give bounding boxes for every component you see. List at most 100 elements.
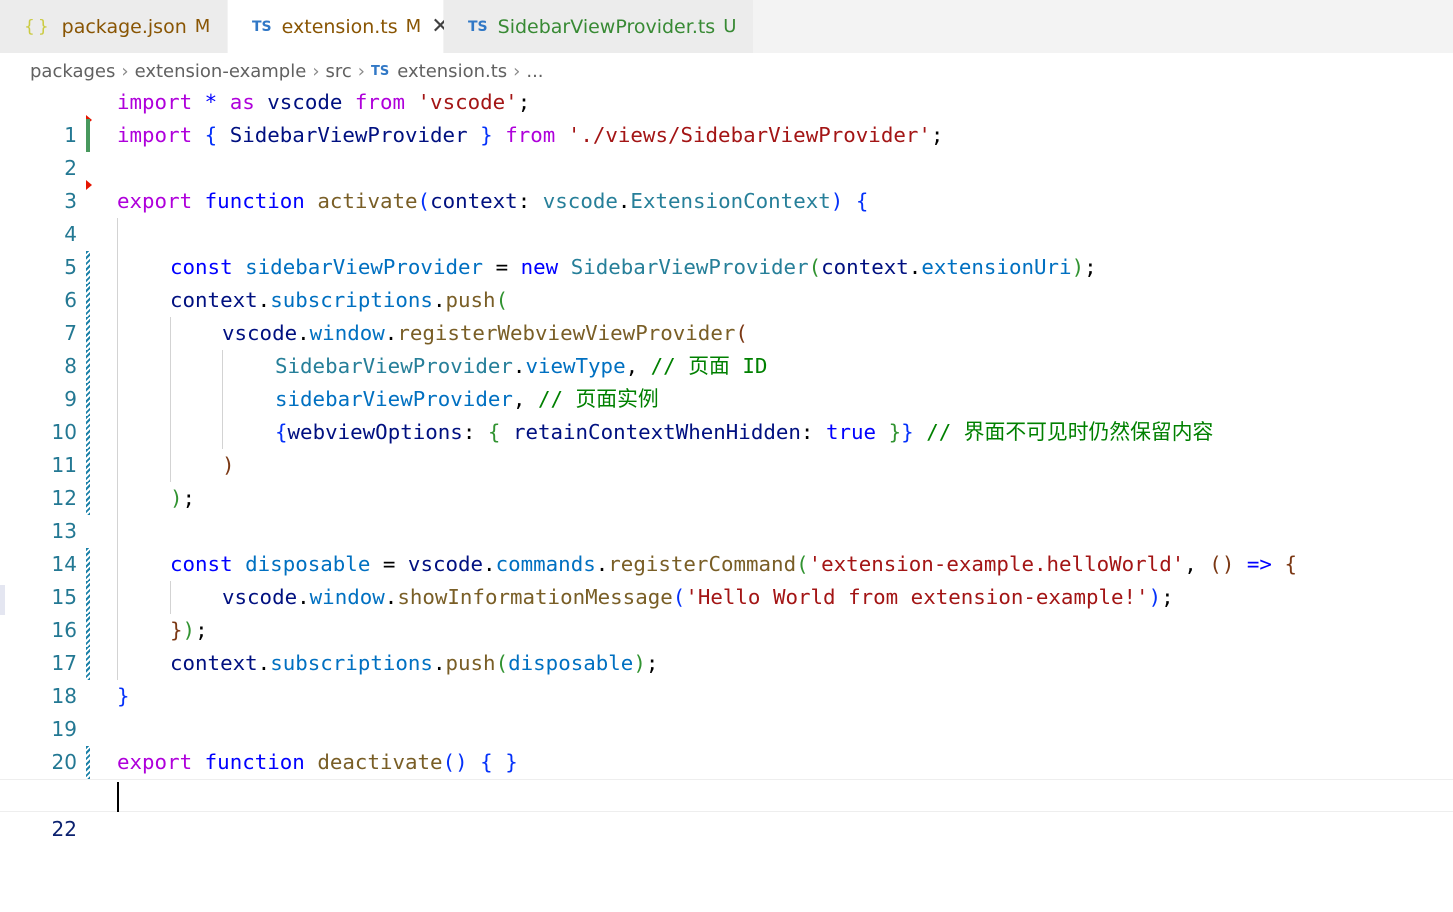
tab-label: package.json bbox=[61, 15, 187, 38]
indent-guide bbox=[117, 416, 118, 449]
indent-guide bbox=[117, 317, 118, 350]
code-text: SidebarViewProvider.viewType, // 页面 ID bbox=[275, 354, 768, 378]
code-line: 13 ); bbox=[0, 482, 1453, 543]
git-modified-marker[interactable] bbox=[86, 317, 90, 350]
code-text: }); bbox=[170, 618, 208, 642]
code-line: 2 import { SidebarViewProvider } from '.… bbox=[0, 115, 1453, 180]
text-cursor bbox=[117, 782, 119, 812]
git-added-marker[interactable] bbox=[86, 119, 90, 152]
code-line: 1 import * as vscode from 'vscode'; bbox=[0, 86, 1453, 147]
git-modified-marker[interactable] bbox=[86, 251, 90, 284]
code-line: 17 }); bbox=[0, 614, 1453, 675]
code-text: import * as vscode from 'vscode'; bbox=[117, 90, 531, 114]
typescript-file-icon: TS bbox=[371, 63, 390, 79]
typescript-file-icon: TS bbox=[252, 18, 272, 35]
git-modified-marker[interactable] bbox=[86, 416, 90, 449]
tab-label: extension.ts bbox=[281, 15, 398, 38]
git-modified-marker[interactable] bbox=[86, 548, 90, 581]
git-modified-marker[interactable] bbox=[86, 449, 90, 482]
code-text: const sidebarViewProvider = new SidebarV… bbox=[170, 255, 1097, 279]
chevron-right-icon: › bbox=[121, 60, 129, 82]
code-text: import { SidebarViewProvider } from './v… bbox=[117, 123, 944, 147]
breadcrumb-item-extension-example[interactable]: extension-example bbox=[135, 61, 307, 82]
code-line: 8 vscode.window.registerWebviewViewProvi… bbox=[0, 317, 1453, 378]
indent-guide bbox=[170, 581, 171, 614]
code-line: 7 context.subscriptions.push( bbox=[0, 284, 1453, 345]
code-text: } bbox=[117, 684, 130, 708]
git-modified-marker[interactable] bbox=[86, 647, 90, 680]
git-modified-marker[interactable] bbox=[86, 614, 90, 647]
code-line: 9 SidebarViewProvider.viewType, // 页面 ID bbox=[0, 350, 1453, 411]
code-line: 3 bbox=[0, 152, 1453, 213]
indent-guide bbox=[117, 350, 118, 383]
git-status-badge: M bbox=[405, 16, 422, 37]
indent-guide bbox=[117, 251, 118, 284]
code-line: 20 bbox=[0, 713, 1453, 774]
git-status-badge: M bbox=[194, 16, 211, 37]
code-line: 14 bbox=[0, 515, 1453, 576]
code-line-current: 22 bbox=[0, 779, 1453, 841]
indent-guide bbox=[117, 383, 118, 416]
breadcrumb-item-packages[interactable]: packages bbox=[30, 61, 115, 82]
git-modified-marker[interactable] bbox=[86, 383, 90, 416]
chevron-right-icon: › bbox=[357, 60, 365, 82]
code-text: vscode.window.showInformationMessage('He… bbox=[222, 585, 1174, 609]
indent-guide bbox=[170, 383, 171, 416]
chevron-right-icon: › bbox=[513, 60, 521, 82]
indent-guide bbox=[117, 218, 118, 251]
code-line: 6 const sidebarViewProvider = new Sideba… bbox=[0, 251, 1453, 312]
chevron-right-icon: › bbox=[312, 60, 320, 82]
editor-tab-bar: {} package.json M TS extension.ts M ✕ TS… bbox=[0, 0, 1453, 53]
tab-sidebarviewprovider-ts[interactable]: TS SidebarViewProvider.ts U bbox=[444, 0, 754, 53]
indent-guide bbox=[170, 416, 171, 449]
git-modified-marker[interactable] bbox=[86, 284, 90, 317]
code-line: 10 sidebarViewProvider, // 页面实例 bbox=[0, 383, 1453, 444]
indent-guide bbox=[170, 317, 171, 350]
indent-guide bbox=[170, 449, 171, 482]
indent-guide bbox=[117, 515, 118, 548]
code-text: context.subscriptions.push(disposable); bbox=[170, 651, 659, 675]
code-line: 15 const disposable = vscode.commands.re… bbox=[0, 548, 1453, 609]
code-line: 16 vscode.window.showInformationMessage(… bbox=[0, 581, 1453, 642]
code-text bbox=[117, 780, 119, 813]
code-text: export function activate(context: vscode… bbox=[117, 189, 869, 213]
code-line: 5 bbox=[0, 218, 1453, 279]
indent-guide bbox=[117, 449, 118, 482]
code-text: {webviewOptions: { retainContextWhenHidd… bbox=[275, 420, 1214, 444]
git-modified-marker[interactable] bbox=[86, 746, 90, 779]
code-text: ); bbox=[170, 486, 196, 510]
indent-guide bbox=[117, 482, 118, 515]
code-text: const disposable = vscode.commands.regis… bbox=[170, 552, 1297, 576]
code-text: sidebarViewProvider, // 页面实例 bbox=[275, 387, 659, 411]
typescript-file-icon: TS bbox=[468, 18, 488, 35]
breadcrumb: packages › extension-example › src › TS … bbox=[30, 56, 544, 86]
code-editor[interactable]: 1 import * as vscode from 'vscode'; 2 im… bbox=[0, 86, 1453, 841]
tab-package-json[interactable]: {} package.json M bbox=[0, 0, 228, 53]
code-text: vscode.window.registerWebviewViewProvide… bbox=[222, 321, 748, 345]
tab-label: SidebarViewProvider.ts bbox=[497, 15, 716, 38]
code-line: 11 {webviewOptions: { retainContextWhenH… bbox=[0, 416, 1453, 477]
git-modified-marker[interactable] bbox=[86, 482, 90, 515]
indent-guide bbox=[117, 647, 118, 680]
code-line: 21 export function deactivate() { } bbox=[0, 746, 1453, 807]
code-text: export function deactivate() { } bbox=[117, 750, 518, 774]
indent-guide bbox=[222, 416, 223, 449]
line-number: 22 bbox=[51, 817, 77, 841]
indent-guide bbox=[117, 548, 118, 581]
git-modified-marker[interactable] bbox=[86, 350, 90, 383]
tab-extension-ts[interactable]: TS extension.ts M ✕ bbox=[228, 0, 450, 53]
indent-guide bbox=[222, 350, 223, 383]
indent-guide bbox=[117, 614, 118, 647]
indent-guide bbox=[117, 581, 118, 614]
breadcrumb-item-src[interactable]: src bbox=[326, 61, 352, 82]
code-line: 19 } bbox=[0, 680, 1453, 741]
git-status-badge: U bbox=[723, 16, 737, 37]
indent-guide bbox=[117, 284, 118, 317]
breadcrumb-item-file[interactable]: extension.ts bbox=[397, 61, 507, 82]
breadcrumb-item-symbols[interactable]: ... bbox=[526, 61, 543, 82]
code-line: 18 context.subscriptions.push(disposable… bbox=[0, 647, 1453, 708]
code-line: 4 export function activate(context: vsco… bbox=[0, 185, 1453, 246]
git-modified-marker[interactable] bbox=[86, 581, 90, 614]
code-text: ) bbox=[222, 453, 235, 477]
code-line: 12 ) bbox=[0, 449, 1453, 510]
